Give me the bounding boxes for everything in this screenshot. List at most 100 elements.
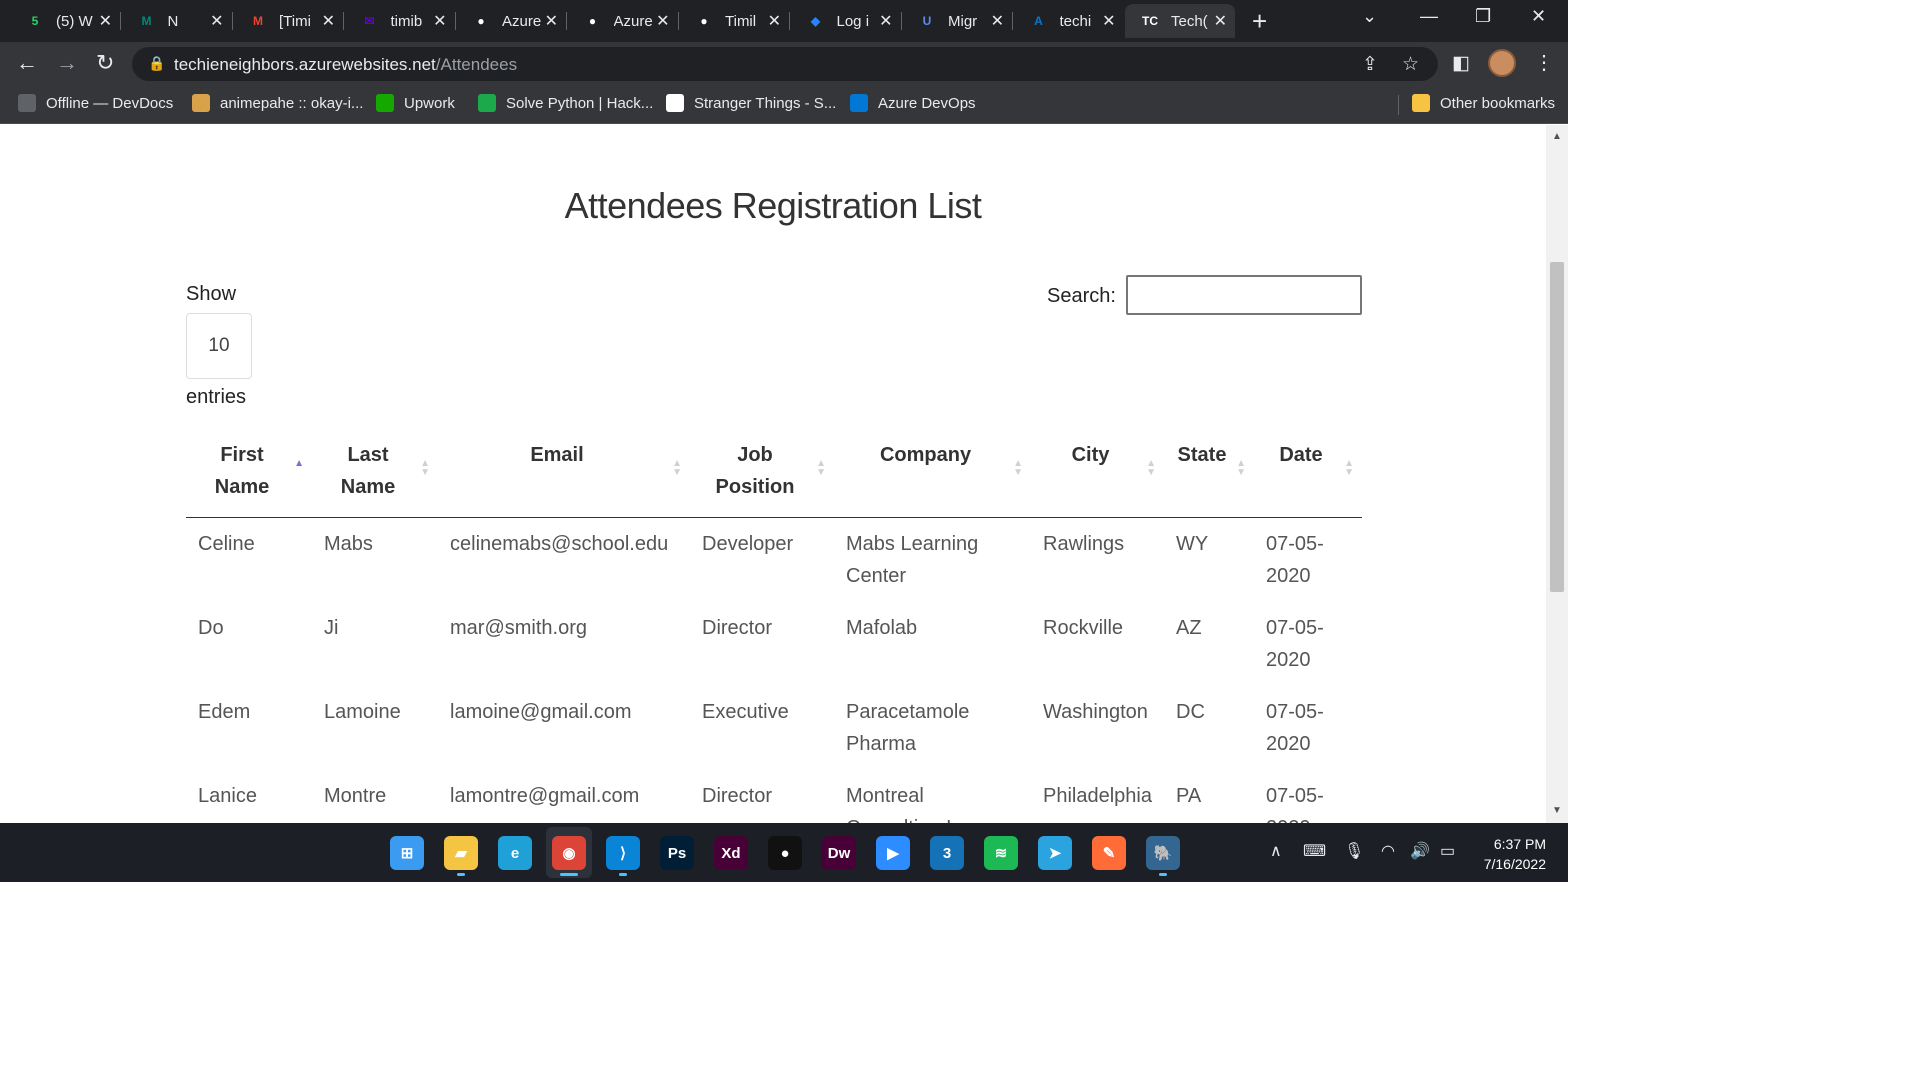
column-header-label: Position <box>715 476 795 498</box>
lock-icon[interactable]: 🔒 <box>148 55 165 72</box>
column-header[interactable]: Last Name ▲ ▼ <box>312 433 438 518</box>
cell-city: Rockville <box>1043 617 1124 639</box>
postgresql-icon[interactable]: 🐘 <box>1146 836 1180 870</box>
page-scrollbar[interactable]: ▲ ▼ <box>1546 125 1568 823</box>
browser-tab[interactable]: U Migr ✕ <box>902 4 1013 38</box>
entries-per-page-select[interactable]: 10 <box>186 313 252 379</box>
adobe-xd-icon[interactable]: Xd <box>714 836 748 870</box>
sort-arrows-icon[interactable]: ▲ ▼ <box>1344 459 1354 478</box>
new-tab-icon[interactable]: + <box>1252 6 1267 37</box>
close-tab-icon[interactable]: ✕ <box>991 11 1004 31</box>
browser-tab[interactable]: ● Timil ✕ <box>679 4 790 38</box>
running-indicator <box>457 873 465 876</box>
close-window-icon[interactable]: ✕ <box>1531 6 1546 27</box>
windows-start-icon[interactable]: ⊞ <box>390 836 424 870</box>
minimize-icon[interactable]: — <box>1420 6 1438 27</box>
sort-arrows-icon[interactable]: ▲ ▼ <box>1146 459 1156 478</box>
other-bookmarks[interactable]: Other bookmarks <box>1412 94 1555 112</box>
close-tab-icon[interactable]: ✕ <box>1102 11 1115 31</box>
bookmark-item[interactable]: Stranger Things - S... <box>666 94 836 112</box>
battery-icon[interactable]: ▭ <box>1440 841 1455 861</box>
cell-company: Mafolab <box>846 617 918 639</box>
postman-icon[interactable]: ✎ <box>1092 836 1126 870</box>
back-icon[interactable]: ← <box>16 50 38 76</box>
sort-arrows-icon[interactable]: ▲ ▼ <box>672 459 682 478</box>
browser-tab[interactable]: 5 (5) W ✕ <box>10 4 121 38</box>
obs-record-icon[interactable]: ● <box>768 836 802 870</box>
browser-menu-icon[interactable]: ⋮ <box>1534 50 1554 75</box>
system-clock[interactable]: 6:37 PM 7/16/2022 <box>1470 834 1546 874</box>
jira-icon: ◆ <box>810 14 821 28</box>
bookmark-item[interactable]: Offline — DevDocs <box>18 94 173 112</box>
sort-arrows-icon[interactable]: ▲ ▼ <box>816 459 826 478</box>
profile-avatar[interactable] <box>1488 49 1516 77</box>
column-header[interactable]: Company ▲ ▼ <box>834 433 1031 518</box>
forward-icon[interactable]: → <box>56 50 78 76</box>
browser-tab[interactable]: ◆ Log i ✕ <box>791 4 902 38</box>
edge-icon[interactable]: e <box>498 836 532 870</box>
bookmark-item[interactable]: animepahe :: okay-i... <box>192 94 363 112</box>
sort-arrows-icon[interactable]: ▲ <box>294 459 304 469</box>
close-tab-icon[interactable]: ✕ <box>99 11 112 31</box>
bookmark-item[interactable]: Solve Python | Hack... <box>478 94 653 112</box>
cell-email: lamoine@gmail.com <box>450 701 632 723</box>
scroll-down-icon[interactable]: ▼ <box>1552 805 1562 816</box>
bookmark-label: Azure DevOps <box>878 94 976 112</box>
bookmark-item[interactable]: Azure DevOps <box>850 94 976 112</box>
microphone-icon[interactable]: 🎙 <box>1344 841 1364 861</box>
column-header-label: State <box>1177 444 1227 466</box>
scrollbar-thumb[interactable] <box>1550 262 1564 592</box>
close-tab-icon[interactable]: ✕ <box>656 11 669 31</box>
close-tab-icon[interactable]: ✕ <box>210 11 223 31</box>
column-header[interactable]: State ▲ ▼ <box>1164 433 1254 518</box>
file-explorer-icon[interactable]: ▰ <box>444 836 478 870</box>
close-tab-icon[interactable]: ✕ <box>545 11 558 31</box>
spotify-icon[interactable]: ≋ <box>984 836 1018 870</box>
vscode-icon[interactable]: ⟩ <box>606 836 640 870</box>
sort-arrows-icon[interactable]: ▲ ▼ <box>1013 459 1023 478</box>
column-header[interactable]: First Name ▲ <box>186 433 312 518</box>
browser-tab[interactable]: Atechi ✕ <box>1014 4 1124 38</box>
browser-tab[interactable]: ✉ timib ✕ <box>345 4 456 38</box>
close-tab-icon[interactable]: ✕ <box>1214 11 1227 31</box>
telegram-icon[interactable]: ➤ <box>1038 836 1072 870</box>
browser-tab[interactable]: M [Timi ✕ <box>233 4 344 38</box>
zoom-icon[interactable]: ▶ <box>876 836 910 870</box>
cell-job: Developer <box>702 533 794 555</box>
restore-icon[interactable]: ❐ <box>1475 6 1491 27</box>
keyboard-icon[interactable]: ⌨ <box>1303 841 1326 861</box>
browser-tab[interactable]: ● Azure ✕ <box>456 4 567 38</box>
close-tab-icon[interactable]: ✕ <box>433 11 446 31</box>
show-hidden-icons-icon[interactable]: ∧ <box>1270 841 1282 861</box>
side-panel-icon[interactable]: ◧ <box>1452 52 1470 75</box>
photoshop-icon[interactable]: Ps <box>660 836 694 870</box>
sort-down-icon: ▼ <box>1236 467 1246 478</box>
bookmark-star-icon[interactable]: ☆ <box>1402 53 1419 76</box>
browser-tab[interactable]: M N ✕ <box>122 4 233 38</box>
css3-icon[interactable]: 3 <box>930 836 964 870</box>
column-header[interactable]: City ▲ ▼ <box>1031 433 1164 518</box>
browser-tab[interactable]: ● Azure ✕ <box>568 4 679 38</box>
reload-icon[interactable]: ↻ <box>96 50 114 76</box>
sort-arrows-icon[interactable]: ▲ ▼ <box>1236 459 1246 478</box>
tab-search-icon[interactable]: ⌄ <box>1362 6 1377 27</box>
share-icon[interactable]: ⇪ <box>1362 53 1378 76</box>
address-bar[interactable]: 🔒 techieneighbors.azurewebsites.net/Atte… <box>132 47 1438 81</box>
close-tab-icon[interactable]: ✕ <box>768 11 781 31</box>
close-tab-icon[interactable]: ✕ <box>322 11 335 31</box>
bookmark-item[interactable]: Upwork <box>376 94 455 112</box>
tab-title: [Timi <box>279 12 311 30</box>
column-header[interactable]: Date ▲ ▼ <box>1254 433 1362 518</box>
column-header[interactable]: Job Position ▲ ▼ <box>690 433 834 518</box>
column-header[interactable]: Email ▲ ▼ <box>438 433 690 518</box>
search-input[interactable] <box>1126 275 1362 315</box>
chrome-icon[interactable]: ◉ <box>552 836 586 870</box>
scroll-up-icon[interactable]: ▲ <box>1552 131 1562 142</box>
sort-arrows-icon[interactable]: ▲ ▼ <box>420 459 430 478</box>
dreamweaver-icon[interactable]: Dw <box>822 836 856 870</box>
volume-icon[interactable]: 🔊 <box>1410 841 1430 861</box>
browser-tab[interactable]: TC Tech(✕ <box>1125 4 1235 38</box>
wifi-icon[interactable]: ◠ <box>1381 841 1395 861</box>
url-text[interactable]: techieneighbors.azurewebsites.net/Attend… <box>174 55 517 75</box>
close-tab-icon[interactable]: ✕ <box>879 11 892 31</box>
